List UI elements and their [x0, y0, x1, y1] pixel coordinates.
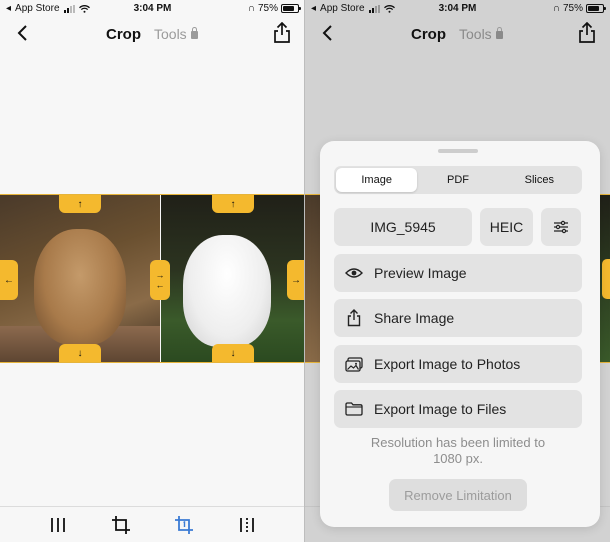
crop-handle-bottom-left-image[interactable]: ↓ — [59, 344, 101, 362]
columns-icon — [50, 517, 65, 532]
bottom-toolbar — [0, 506, 305, 542]
tools-tab[interactable]: Tools — [154, 26, 198, 42]
page-title: Crop — [106, 26, 141, 43]
status-right: ∩ 75% — [247, 3, 301, 14]
eye-icon — [334, 267, 374, 279]
export-to-photos-button[interactable]: Export Image to Photos — [334, 345, 582, 383]
back-chevron-icon[interactable] — [321, 24, 333, 42]
arrow-down-icon: ↓ — [230, 347, 236, 359]
crop-handle-top-right-image[interactable]: ↑ — [212, 195, 254, 213]
arrow-down-icon: ↓ — [77, 347, 83, 359]
export-to-photos-label: Export Image to Photos — [374, 356, 521, 372]
tab-pdf[interactable]: PDF — [417, 168, 498, 192]
share-icon — [334, 309, 374, 327]
export-to-files-button[interactable]: Export Image to Files — [334, 390, 582, 428]
crop-handle-right — [602, 259, 610, 299]
sliders-icon — [554, 220, 568, 234]
crop-canvas[interactable]: ↑ ↑ ↓ ↓ ← → → ← — [0, 194, 305, 363]
headphones-icon: ∩ — [552, 3, 560, 14]
crop-handle-top-left-image[interactable]: ↑ — [59, 195, 101, 213]
nav-bar: Crop Tools — [0, 18, 305, 52]
photo-dog-right — [161, 195, 305, 362]
crop-handle-middle[interactable]: → ← — [150, 260, 170, 300]
resolution-note: Resolution has been limited to 1080 px. — [344, 435, 572, 467]
folder-icon — [334, 402, 374, 416]
crop-icon — [111, 515, 130, 534]
arrow-up-icon: ↑ — [77, 198, 83, 210]
nav-bar: Crop Tools — [305, 18, 610, 52]
crop-handle-right[interactable]: → — [287, 260, 305, 300]
preview-image-button[interactable]: Preview Image — [334, 254, 582, 292]
arrow-right-icon: → — [155, 270, 165, 280]
lock-icon — [495, 27, 503, 39]
share-icon[interactable] — [578, 22, 596, 44]
options-button[interactable] — [541, 208, 581, 246]
resolution-note-line2: 1080 px. — [433, 451, 483, 466]
lock-icon — [190, 27, 198, 39]
tab-slices[interactable]: Slices — [499, 168, 580, 192]
tools-label: Tools — [459, 26, 492, 42]
tab-image[interactable]: Image — [336, 168, 418, 192]
crop-tool-button[interactable] — [109, 513, 133, 537]
sheet-grabber[interactable] — [438, 149, 478, 153]
battery-icon — [281, 4, 301, 13]
crop-screen: ◂ App Store 3:04 PM ∩ 75% Crop Tools ↑ ↑ — [0, 0, 305, 542]
remove-limitation-button[interactable]: Remove Limitation — [389, 479, 527, 511]
tools-label: Tools — [154, 26, 187, 42]
crop-handle-left[interactable]: ← — [0, 260, 18, 300]
battery-percent: 75% — [562, 3, 583, 14]
crop-single-icon — [175, 515, 194, 534]
arrow-left-icon: ← — [4, 274, 14, 286]
arrow-up-icon: ↑ — [230, 198, 236, 210]
status-bar: ◂ App Store 3:04 PM ∩ 75% — [305, 0, 610, 18]
split-tool-button[interactable] — [235, 513, 259, 537]
photos-icon — [334, 356, 374, 372]
share-icon[interactable] — [273, 22, 291, 44]
resolution-note-line1: Resolution has been limited to — [370, 435, 546, 450]
tools-tab[interactable]: Tools — [459, 26, 503, 42]
format-button[interactable]: HEIC — [480, 208, 533, 246]
export-screen: ◂ App Store 3:04 PM ∩ 75% Crop Tools Ima… — [305, 0, 610, 542]
single-crop-tool-button[interactable] — [172, 513, 196, 537]
battery-percent: 75% — [257, 3, 278, 14]
arrow-right-icon: → — [291, 274, 301, 286]
share-image-button[interactable]: Share Image — [334, 299, 582, 337]
file-options-row: IMG_5945 HEIC — [334, 208, 582, 246]
export-sheet: Image PDF Slices IMG_5945 HEIC Preview I… — [320, 141, 600, 527]
preview-image-label: Preview Image — [374, 265, 467, 281]
status-bar: ◂ App Store 3:04 PM ∩ 75% — [0, 0, 305, 18]
split-columns-icon — [240, 517, 255, 532]
export-type-segmented-control: Image PDF Slices — [334, 166, 582, 194]
page-title: Crop — [411, 26, 446, 43]
export-to-files-label: Export Image to Files — [374, 401, 507, 417]
headphones-icon: ∩ — [247, 3, 255, 14]
status-right: ∩ 75% — [552, 3, 606, 14]
back-chevron-icon[interactable] — [16, 24, 28, 42]
filename-field[interactable]: IMG_5945 — [334, 208, 472, 246]
share-image-label: Share Image — [374, 310, 455, 326]
white-dog-shape — [183, 235, 271, 347]
battery-icon — [586, 4, 606, 13]
photo-dog-left — [0, 195, 160, 362]
brown-dog-shape — [34, 229, 126, 345]
crop-handle-bottom-right-image[interactable]: ↓ — [212, 344, 254, 362]
arrow-left-icon: ← — [155, 280, 165, 290]
columns-tool-button[interactable] — [46, 513, 70, 537]
photo-edge-left — [305, 194, 321, 363]
